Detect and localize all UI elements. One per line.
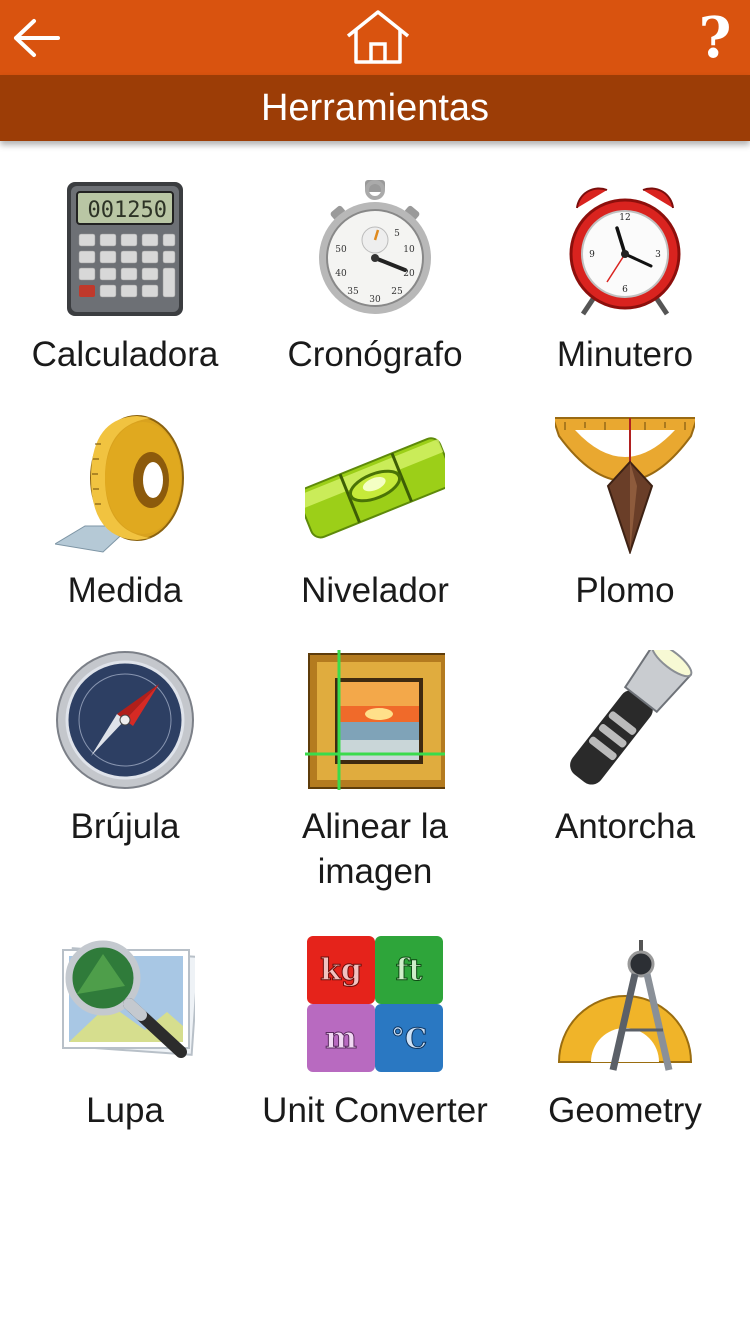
tool-label: Medida — [67, 571, 183, 610]
plumb-bob-icon — [555, 414, 695, 554]
tool-geometry[interactable]: Geometry — [500, 934, 750, 1164]
svg-text:20: 20 — [403, 269, 415, 279]
tool-label: Nivelador — [301, 571, 449, 610]
home-icon — [346, 10, 410, 64]
tool-brujula[interactable]: Brújula — [0, 650, 250, 880]
stopwatch-icon: 5 10 20 25 30 35 40 50 — [305, 178, 445, 318]
tool-label: Lupa — [86, 1091, 164, 1130]
svg-text:12: 12 — [619, 213, 630, 223]
tool-label: Minutero — [556, 335, 694, 374]
svg-text:001250: 001250 — [88, 198, 167, 223]
help-icon: ? — [698, 5, 732, 71]
flashlight-icon — [555, 650, 695, 790]
svg-text:25: 25 — [391, 287, 403, 297]
geometry-icon — [555, 934, 695, 1074]
svg-text:35: 35 — [347, 287, 359, 297]
svg-text:30: 30 — [369, 295, 381, 305]
calculator-icon: 001250 — [55, 178, 195, 318]
svg-text:°C: °C — [391, 1022, 427, 1055]
tool-unit-converter[interactable]: kg ft m °C Unit Converter — [250, 934, 500, 1164]
compass-icon — [55, 650, 195, 790]
tool-label: Cronógrafo — [287, 335, 463, 374]
svg-text:9: 9 — [589, 250, 595, 260]
tool-label: Plomo — [575, 571, 675, 610]
svg-text:m: m — [325, 1021, 357, 1056]
tool-plomo[interactable]: Plomo — [500, 414, 750, 644]
svg-text:5: 5 — [394, 229, 400, 239]
svg-text:ft: ft — [396, 953, 423, 988]
tool-lupa[interactable]: Lupa — [0, 934, 250, 1164]
tool-cronografo[interactable]: 5 10 20 25 30 35 40 50 Cronógrafo — [250, 178, 500, 408]
home-button[interactable] — [344, 8, 412, 66]
svg-text:3: 3 — [655, 250, 661, 260]
back-button[interactable] — [12, 16, 62, 60]
magnifier-icon — [55, 934, 195, 1074]
tool-label: Brújula — [70, 807, 180, 846]
tool-label: Unit Converter — [262, 1091, 488, 1130]
alarm-clock-icon: 12 3 6 9 — [555, 178, 695, 318]
svg-text:kg: kg — [320, 953, 362, 988]
tool-label: Alinear la imagen — [302, 807, 448, 891]
tool-label: Calculadora — [31, 335, 219, 374]
unit-converter-icon: kg ft m °C — [305, 934, 445, 1074]
page-title: Herramientas — [260, 87, 490, 129]
tape-measure-icon — [55, 414, 195, 554]
picture-frame-icon — [305, 650, 445, 790]
help-button[interactable]: ? — [690, 8, 740, 68]
tool-minutero[interactable]: 12 3 6 9 Minutero — [500, 178, 750, 408]
tool-label: Geometry — [548, 1091, 702, 1130]
svg-text:10: 10 — [403, 245, 415, 255]
tool-label: Antorcha — [554, 807, 696, 846]
svg-text:6: 6 — [622, 285, 628, 295]
tool-alinear-la-imagen[interactable]: Alinear la imagen — [250, 650, 500, 891]
spirit-level-icon — [305, 414, 445, 554]
svg-text:50: 50 — [335, 245, 347, 255]
tool-antorcha[interactable]: Antorcha — [500, 650, 750, 880]
tool-nivelador[interactable]: Nivelador — [250, 414, 500, 644]
tool-medida[interactable]: Medida — [0, 414, 250, 644]
tool-calculadora[interactable]: 001250 Calculadora — [0, 178, 250, 408]
svg-text:40: 40 — [335, 269, 347, 279]
arrow-left-icon — [14, 19, 60, 57]
